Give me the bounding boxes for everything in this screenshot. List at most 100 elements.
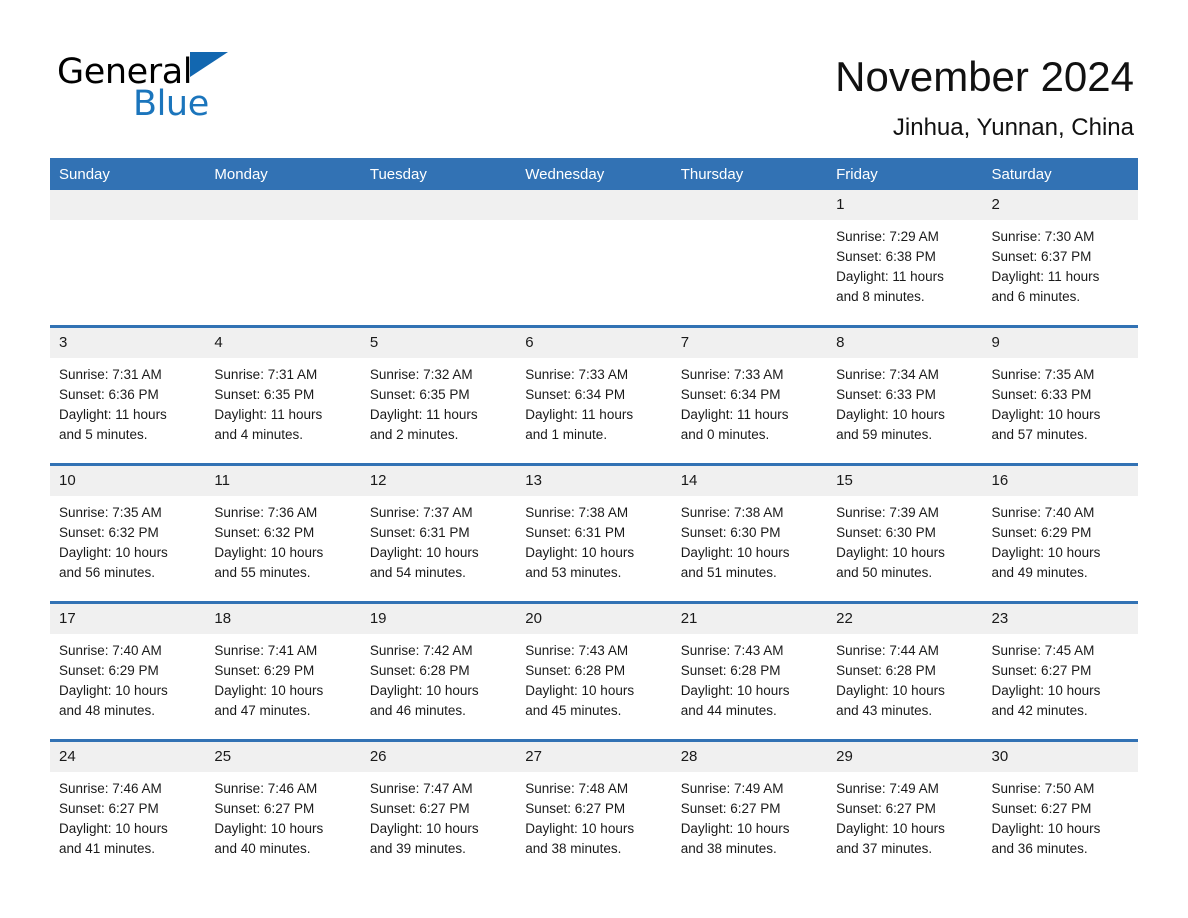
calendar-day-cell[interactable]: 27 Sunrise: 7:48 AM Sunset: 6:27 PM Dayligh…	[516, 740, 672, 859]
day-number: 3	[50, 328, 206, 358]
calendar-day-cell[interactable]: 23 Sunrise: 7:45 AM Sunset: 6:27 PM Dayligh…	[982, 602, 1138, 741]
sunset-text: Sunset: 6:34 PM	[680, 387, 781, 402]
calendar-week-row: 10 Sunrise: 7:35 AM Sunset: 6:32 PM Dayligh…	[50, 464, 1138, 603]
sunset-text: Sunset: 6:35 PM	[214, 387, 315, 402]
calendar-day-cell[interactable]: 13 Sunrise: 7:38 AM Sunset: 6:31 PM Dayligh…	[516, 464, 672, 603]
sunrise-text: Sunrise: 7:40 AM	[991, 505, 1095, 520]
daylight-text-line1: Daylight: 10 hours	[525, 545, 635, 560]
day-info: Sunrise: 7:29 AM Sunset: 6:38 PM Daylight:…	[827, 220, 982, 307]
day-number	[205, 190, 361, 220]
calendar-day-cell[interactable]: 18 Sunrise: 7:41 AM Sunset: 6:29 PM Dayligh…	[205, 602, 361, 741]
calendar-day-cell[interactable]: 10 Sunrise: 7:35 AM Sunset: 6:32 PM Dayligh…	[50, 464, 206, 603]
daylight-text-line1: Daylight: 11 hours	[59, 407, 167, 422]
calendar-day-cell[interactable]: 25 Sunrise: 7:46 AM Sunset: 6:27 PM Dayligh…	[205, 740, 361, 859]
daylight-text-line1: Daylight: 10 hours	[680, 821, 790, 836]
sunset-text: Sunset: 6:27 PM	[836, 801, 936, 816]
day-number: 13	[516, 466, 672, 496]
sunset-text: Sunset: 6:31 PM	[525, 525, 626, 540]
day-number	[516, 190, 672, 220]
calendar-day-cell[interactable]: 9 Sunrise: 7:35 AM Sunset: 6:33 PM Daylight…	[982, 326, 1138, 465]
calendar-day-cell[interactable]: 2 Sunrise: 7:30 AM Sunset: 6:37 PM Daylight…	[982, 190, 1138, 327]
day-info: Sunrise: 7:47 AM Sunset: 6:27 PM Daylight:…	[361, 772, 516, 859]
daylight-text-line2: and 4 minutes.	[214, 427, 303, 442]
day-info: Sunrise: 7:43 AM Sunset: 6:28 PM Daylight:…	[672, 634, 827, 721]
calendar-day-cell[interactable]: 21 Sunrise: 7:43 AM Sunset: 6:28 PM Dayligh…	[671, 602, 828, 741]
sunset-text: Sunset: 6:27 PM	[214, 801, 315, 816]
sunset-text: Sunset: 6:34 PM	[525, 387, 626, 402]
daylight-text-line1: Daylight: 11 hours	[680, 407, 789, 422]
day-number: 30	[982, 742, 1138, 772]
calendar-day-cell[interactable]: 22 Sunrise: 7:44 AM Sunset: 6:28 PM Dayligh…	[827, 602, 983, 741]
day-number	[360, 190, 517, 220]
calendar-week-row: 3 Sunrise: 7:31 AM Sunset: 6:36 PM Daylight…	[50, 326, 1138, 465]
sunset-text: Sunset: 6:28 PM	[369, 663, 470, 678]
sunset-text: Sunset: 6:28 PM	[680, 663, 781, 678]
sunset-text: Sunset: 6:32 PM	[59, 525, 159, 540]
daylight-text-line2: and 49 minutes.	[991, 565, 1088, 580]
daylight-text-line2: and 43 minutes.	[836, 703, 933, 718]
day-info: Sunrise: 7:35 AM Sunset: 6:33 PM Daylight:…	[983, 358, 1138, 445]
calendar-day-cell[interactable]: 24 Sunrise: 7:46 AM Sunset: 6:27 PM Dayligh…	[50, 740, 206, 859]
sunrise-text: Sunrise: 7:49 AM	[680, 781, 784, 796]
sunrise-text: Sunrise: 7:42 AM	[369, 643, 473, 658]
sunrise-text: Sunrise: 7:34 AM	[836, 367, 939, 382]
calendar-day-cell[interactable]: 16 Sunrise: 7:40 AM Sunset: 6:29 PM Dayligh…	[982, 464, 1138, 603]
calendar-day-cell-empty	[50, 190, 206, 327]
weekday-header-sunday: Sunday	[50, 158, 206, 190]
day-number: 22	[827, 604, 983, 634]
daylight-text-line1: Daylight: 11 hours	[214, 407, 323, 422]
general-blue-logo[interactable]: General Blue	[57, 52, 317, 132]
calendar-day-cell[interactable]: 6 Sunrise: 7:33 AM Sunset: 6:34 PM Daylight…	[516, 326, 672, 465]
sunset-text: Sunset: 6:29 PM	[214, 663, 315, 678]
weekday-header-friday: Friday	[827, 158, 983, 190]
daylight-text-line1: Daylight: 10 hours	[836, 683, 945, 698]
calendar-day-cell[interactable]: 17 Sunrise: 7:40 AM Sunset: 6:29 PM Dayligh…	[50, 602, 206, 741]
day-number: 15	[827, 466, 983, 496]
calendar-day-cell[interactable]: 26 Sunrise: 7:47 AM Sunset: 6:27 PM Dayligh…	[360, 740, 517, 859]
logo-bottom-row: Blue	[133, 85, 209, 123]
daylight-text-line2: and 0 minutes.	[680, 427, 770, 442]
calendar-day-cell[interactable]: 1 Sunrise: 7:29 AM Sunset: 6:38 PM Daylight…	[827, 190, 983, 327]
calendar-day-cell[interactable]: 14 Sunrise: 7:38 AM Sunset: 6:30 PM Dayligh…	[671, 464, 828, 603]
daylight-text-line1: Daylight: 10 hours	[680, 545, 790, 560]
sunset-text: Sunset: 6:31 PM	[369, 525, 470, 540]
day-number: 19	[360, 604, 517, 634]
calendar-day-cell[interactable]: 30 Sunrise: 7:50 AM Sunset: 6:27 PM Dayligh…	[982, 740, 1138, 859]
sunrise-text: Sunrise: 7:47 AM	[369, 781, 473, 796]
sunrise-text: Sunrise: 7:49 AM	[836, 781, 939, 796]
location-subtitle: Jinhua, Yunnan, China	[892, 114, 1134, 141]
calendar-day-cell[interactable]: 4 Sunrise: 7:31 AM Sunset: 6:35 PM Daylight…	[205, 326, 361, 465]
sunrise-text: Sunrise: 7:41 AM	[214, 643, 318, 658]
day-info: Sunrise: 7:31 AM Sunset: 6:36 PM Daylight:…	[50, 358, 205, 445]
sunrise-text: Sunrise: 7:36 AM	[214, 505, 318, 520]
calendar-day-cell[interactable]: 5 Sunrise: 7:32 AM Sunset: 6:35 PM Daylight…	[360, 326, 517, 465]
calendar-day-cell[interactable]: 11 Sunrise: 7:36 AM Sunset: 6:32 PM Dayligh…	[205, 464, 361, 603]
calendar-day-cell[interactable]: 3 Sunrise: 7:31 AM Sunset: 6:36 PM Daylight…	[50, 326, 206, 465]
daylight-text-line1: Daylight: 10 hours	[59, 545, 168, 560]
day-info: Sunrise: 7:46 AM Sunset: 6:27 PM Daylight:…	[205, 772, 360, 859]
calendar-day-cell[interactable]: 20 Sunrise: 7:43 AM Sunset: 6:28 PM Dayligh…	[516, 602, 672, 741]
sunset-text: Sunset: 6:35 PM	[369, 387, 470, 402]
calendar-day-cell[interactable]: 15 Sunrise: 7:39 AM Sunset: 6:30 PM Dayligh…	[827, 464, 983, 603]
sunrise-text: Sunrise: 7:38 AM	[525, 505, 629, 520]
sunrise-text: Sunrise: 7:39 AM	[836, 505, 939, 520]
day-number: 10	[50, 466, 206, 496]
day-number: 4	[205, 328, 361, 358]
daylight-text-line1: Daylight: 11 hours	[991, 269, 1100, 284]
sunrise-text: Sunrise: 7:48 AM	[525, 781, 629, 796]
day-info: Sunrise: 7:33 AM Sunset: 6:34 PM Daylight:…	[672, 358, 827, 445]
calendar-day-cell[interactable]: 8 Sunrise: 7:34 AM Sunset: 6:33 PM Daylight…	[827, 326, 983, 465]
daylight-text-line1: Daylight: 10 hours	[991, 683, 1101, 698]
daylight-text-line1: Daylight: 11 hours	[525, 407, 634, 422]
daylight-text-line2: and 47 minutes.	[214, 703, 311, 718]
daylight-text-line2: and 54 minutes.	[369, 565, 466, 580]
calendar-day-cell[interactable]: 19 Sunrise: 7:42 AM Sunset: 6:28 PM Dayligh…	[360, 602, 517, 741]
sunrise-text: Sunrise: 7:40 AM	[59, 643, 162, 658]
sunrise-text: Sunrise: 7:46 AM	[214, 781, 318, 796]
sunrise-text: Sunrise: 7:35 AM	[59, 505, 162, 520]
calendar-day-cell[interactable]: 12 Sunrise: 7:37 AM Sunset: 6:31 PM Dayligh…	[360, 464, 517, 603]
daylight-text-line2: and 6 minutes.	[991, 289, 1081, 304]
calendar-day-cell[interactable]: 28 Sunrise: 7:49 AM Sunset: 6:27 PM Dayligh…	[671, 740, 828, 859]
calendar-day-cell[interactable]: 7 Sunrise: 7:33 AM Sunset: 6:34 PM Daylight…	[671, 326, 828, 465]
calendar-day-cell[interactable]: 29 Sunrise: 7:49 AM Sunset: 6:27 PM Dayligh…	[827, 740, 983, 859]
